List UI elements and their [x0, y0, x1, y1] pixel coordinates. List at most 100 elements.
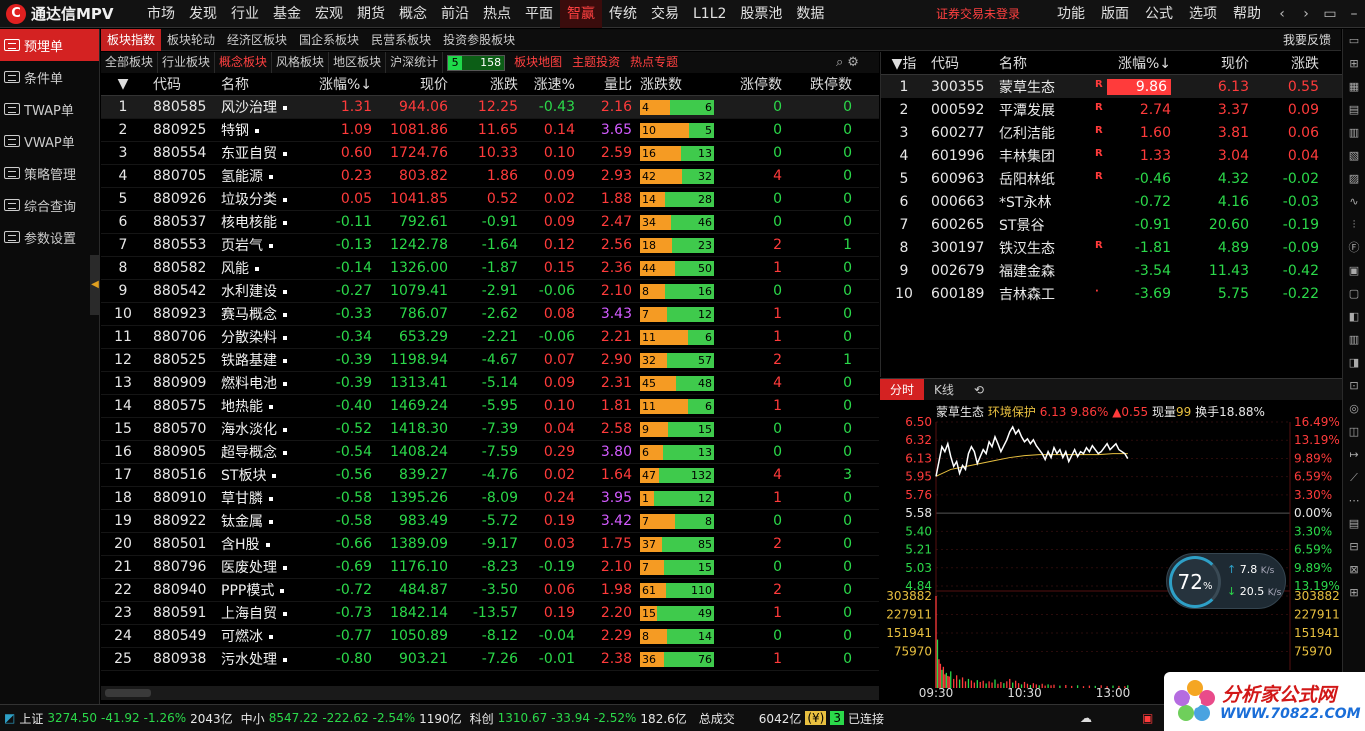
menu-item-8[interactable]: 热点	[476, 0, 518, 28]
network-speed-widget[interactable]: 72% ↑ 7.8 K/s ↓ 20.5 K/s	[1166, 553, 1286, 609]
right-menu-item-1[interactable]: 版面	[1093, 0, 1137, 28]
sidebar-item-1[interactable]: 条件单	[0, 61, 99, 93]
table-row[interactable]: 7 880553 页岩气 -0.13 1242.78 -1.64 0.12 2.56 18 23 2…	[101, 234, 879, 257]
sidebar-item-3[interactable]: VWAP单	[0, 125, 99, 157]
menu-item-5[interactable]: 期货	[350, 0, 392, 28]
toolbar-icon-24[interactable]: ⊞	[1343, 581, 1365, 604]
right-menu-item-3[interactable]: 选项	[1181, 0, 1225, 28]
table-row[interactable]: 23 880591 上海自贸 -0.73 1842.14 -13.57 0.19 2.20 15…	[101, 602, 879, 625]
sidebar-item-5[interactable]: 综合查询	[0, 189, 99, 221]
table-row[interactable]: 6 000663 *ST永林 -0.72 4.16 -0.03	[881, 190, 1342, 213]
stock-column-header-0[interactable]: ▼指	[881, 53, 927, 73]
table-row[interactable]: 7 600265 ST景谷 -0.91 20.60 -0.19	[881, 213, 1342, 236]
table-row[interactable]: 2 000592 平潭发展 R 2.74 3.37 0.09	[881, 98, 1342, 121]
table-row[interactable]: 10 600189 吉林森工 · -3.69 5.75 -0.22	[881, 282, 1342, 305]
toolbar-icon-0[interactable]: ▭	[1343, 29, 1365, 52]
sidebar-collapse-handle[interactable]: ◀	[90, 255, 100, 315]
login-status[interactable]: 证券交易未登录	[936, 0, 1020, 28]
table-row[interactable]: 9 880542 水利建设 -0.27 1079.41 -2.91 -0.06 2.10 8 16…	[101, 280, 879, 303]
category-tab-2[interactable]: 经济区板块	[221, 29, 293, 51]
market-icon[interactable]: ◩	[4, 711, 15, 725]
table-row[interactable]: 15 880570 海水淡化 -0.52 1418.30 -7.39 0.04 2.58 9 15…	[101, 418, 879, 441]
table-row[interactable]: 4 601996 丰林集团 R 1.33 3.04 0.04	[881, 144, 1342, 167]
toolbar-icon-7[interactable]: ∿	[1343, 190, 1365, 213]
toolbar-icon-17[interactable]: ◫	[1343, 420, 1365, 443]
intraday-chart[interactable]: 6.50 16.49% 6.32 13.19% 6.13 9.89% 5.95 6.59% 5.…	[880, 400, 1342, 703]
toolbar-icon-5[interactable]: ▧	[1343, 144, 1365, 167]
menu-item-9[interactable]: 平面	[518, 0, 560, 28]
stock-column-header-5[interactable]: 涨跌	[1255, 53, 1325, 73]
type-tab-1[interactable]: 行业板块	[158, 52, 216, 73]
sidebar-item-4[interactable]: 策略管理	[0, 157, 99, 189]
column-header-9[interactable]: 涨停数	[716, 74, 788, 94]
category-tab-5[interactable]: 投资参股板块	[437, 29, 521, 51]
tab-kline[interactable]: K线	[924, 379, 964, 401]
table-row[interactable]: 5 880926 垃圾分类 0.05 1041.85 0.52 0.02 1.88 14 28 0 0	[101, 188, 879, 211]
type-tab-4[interactable]: 地区板块	[329, 52, 387, 73]
search-icon[interactable]: ⌕	[836, 52, 843, 73]
toolbar-icon-3[interactable]: ▤	[1343, 98, 1365, 121]
menu-item-3[interactable]: 基金	[266, 0, 308, 28]
sidebar-item-2[interactable]: TWAP单	[0, 93, 99, 125]
sh-index-label[interactable]: 上证	[19, 710, 43, 727]
toolbar-icon-2[interactable]: ▦	[1343, 75, 1365, 98]
toolbar-icon-16[interactable]: ◎	[1343, 397, 1365, 420]
menu-item-10[interactable]: 智赢	[560, 0, 602, 28]
toolbar-icon-12[interactable]: ◧	[1343, 305, 1365, 328]
stock-column-header-3[interactable]: 涨幅%↓	[1089, 53, 1175, 73]
sidebar-item-6[interactable]: 参数设置	[0, 221, 99, 253]
table-row[interactable]: 2 880925 特钢 1.09 1081.86 11.65 0.14 3.65 10 5 0 0	[101, 119, 879, 142]
menu-item-14[interactable]: 股票池	[733, 0, 789, 28]
feature-link-2[interactable]: 热点专题	[625, 52, 683, 73]
category-tab-3[interactable]: 国企系板块	[293, 29, 365, 51]
right-menu-item-0[interactable]: 功能	[1049, 0, 1093, 28]
toolbar-icon-20[interactable]: ⋯	[1343, 489, 1365, 512]
forward-icon[interactable]: ›	[1294, 0, 1318, 28]
column-header-0[interactable]: ▼	[101, 76, 145, 92]
category-tab-4[interactable]: 民营系板块	[365, 29, 437, 51]
connection-status[interactable]: 已连接	[848, 710, 884, 727]
table-row[interactable]: 19 880922 钛金属 -0.58 983.49 -5.72 0.19 3.42 7 8 0 0	[101, 510, 879, 533]
back-icon[interactable]: ‹	[1270, 0, 1294, 28]
category-tab-0[interactable]: 板块指数	[101, 28, 162, 51]
toolbar-icon-6[interactable]: ▨	[1343, 167, 1365, 190]
toolbar-icon-1[interactable]: ⊞	[1343, 52, 1365, 75]
table-row[interactable]: 11 880706 分散染料 -0.34 653.29 -2.21 -0.06 2.21 11 6…	[101, 326, 879, 349]
table-row[interactable]: 8 880582 风能 -0.14 1326.00 -1.87 0.15 2.36 44 50 1 0	[101, 257, 879, 280]
table-row[interactable]: 5 600963 岳阳林纸 R -0.46 4.32 -0.02	[881, 167, 1342, 190]
table-row[interactable]: 8 300197 铁汉生态 R -1.81 4.89 -0.09	[881, 236, 1342, 259]
menu-item-13[interactable]: L1L2	[686, 0, 733, 28]
table-row[interactable]: 16 880905 超导概念 -0.54 1408.24 -7.59 0.29 3.80 6 13…	[101, 441, 879, 464]
toolbar-icon-18[interactable]: ↦	[1343, 443, 1365, 466]
column-header-5[interactable]: 涨跌	[452, 74, 522, 94]
toolbar-icon-21[interactable]: ▤	[1343, 512, 1365, 535]
toolbar-icon-19[interactable]: ⟋	[1343, 466, 1365, 489]
column-header-7[interactable]: 量比	[579, 74, 636, 94]
table-row[interactable]: 17 880516 ST板块 -0.56 839.27 -4.76 0.02 1.64 47 13…	[101, 464, 879, 487]
table-row[interactable]: 6 880537 核电核能 -0.11 792.61 -0.91 0.09 2.47 34 46 0…	[101, 211, 879, 234]
table-row[interactable]: 21 880796 医废处理 -0.69 1176.10 -8.23 -0.19 2.10 7 1…	[101, 556, 879, 579]
menu-item-4[interactable]: 宏观	[308, 0, 350, 28]
table-row[interactable]: 18 880910 草甘膦 -0.58 1395.26 -8.09 0.24 3.95 1 12 1…	[101, 487, 879, 510]
tab-intraday[interactable]: 分时	[880, 378, 925, 401]
restore-icon[interactable]: ▭	[1318, 0, 1342, 28]
table-row[interactable]: 1 880585 风沙治理 1.31 944.06 12.25 -0.43 2.16 4 6 0 0	[101, 96, 879, 119]
column-header-6[interactable]: 涨速%	[522, 74, 579, 94]
menu-item-6[interactable]: 概念	[392, 0, 434, 28]
chart-toggle-icon[interactable]: ▣	[1142, 711, 1153, 725]
table-row[interactable]: 20 880501 含H股 -0.66 1389.09 -9.17 0.03 1.75 37 85…	[101, 533, 879, 556]
stock-column-header-1[interactable]: 代码	[927, 53, 995, 73]
table-row[interactable]: 24 880549 可燃冰 -0.77 1050.89 -8.12 -0.04 2.29 8 14…	[101, 625, 879, 648]
alert-icon[interactable]: (¥)	[805, 711, 827, 725]
kc-index-label[interactable]: 科创	[470, 710, 494, 727]
menu-item-1[interactable]: 发现	[182, 0, 224, 28]
toolbar-icon-9[interactable]: Ⓕ	[1343, 236, 1365, 259]
table-row[interactable]: 9 002679 福建金森 -3.54 11.43 -0.42	[881, 259, 1342, 282]
table-row[interactable]: 22 880940 PPP模式 -0.72 484.87 -3.50 0.06 1.98 61 1…	[101, 579, 879, 602]
table-row[interactable]: 13 880909 燃料电池 -0.39 1313.41 -5.14 0.09 2.31 45 4…	[101, 372, 879, 395]
scrollbar-thumb[interactable]	[105, 689, 151, 697]
zx-index-label[interactable]: 中小	[241, 710, 265, 727]
type-tab-5[interactable]: 沪深统计	[386, 52, 444, 73]
feature-link-1[interactable]: 主题投资	[567, 52, 625, 73]
right-menu-item-2[interactable]: 公式	[1137, 0, 1181, 28]
